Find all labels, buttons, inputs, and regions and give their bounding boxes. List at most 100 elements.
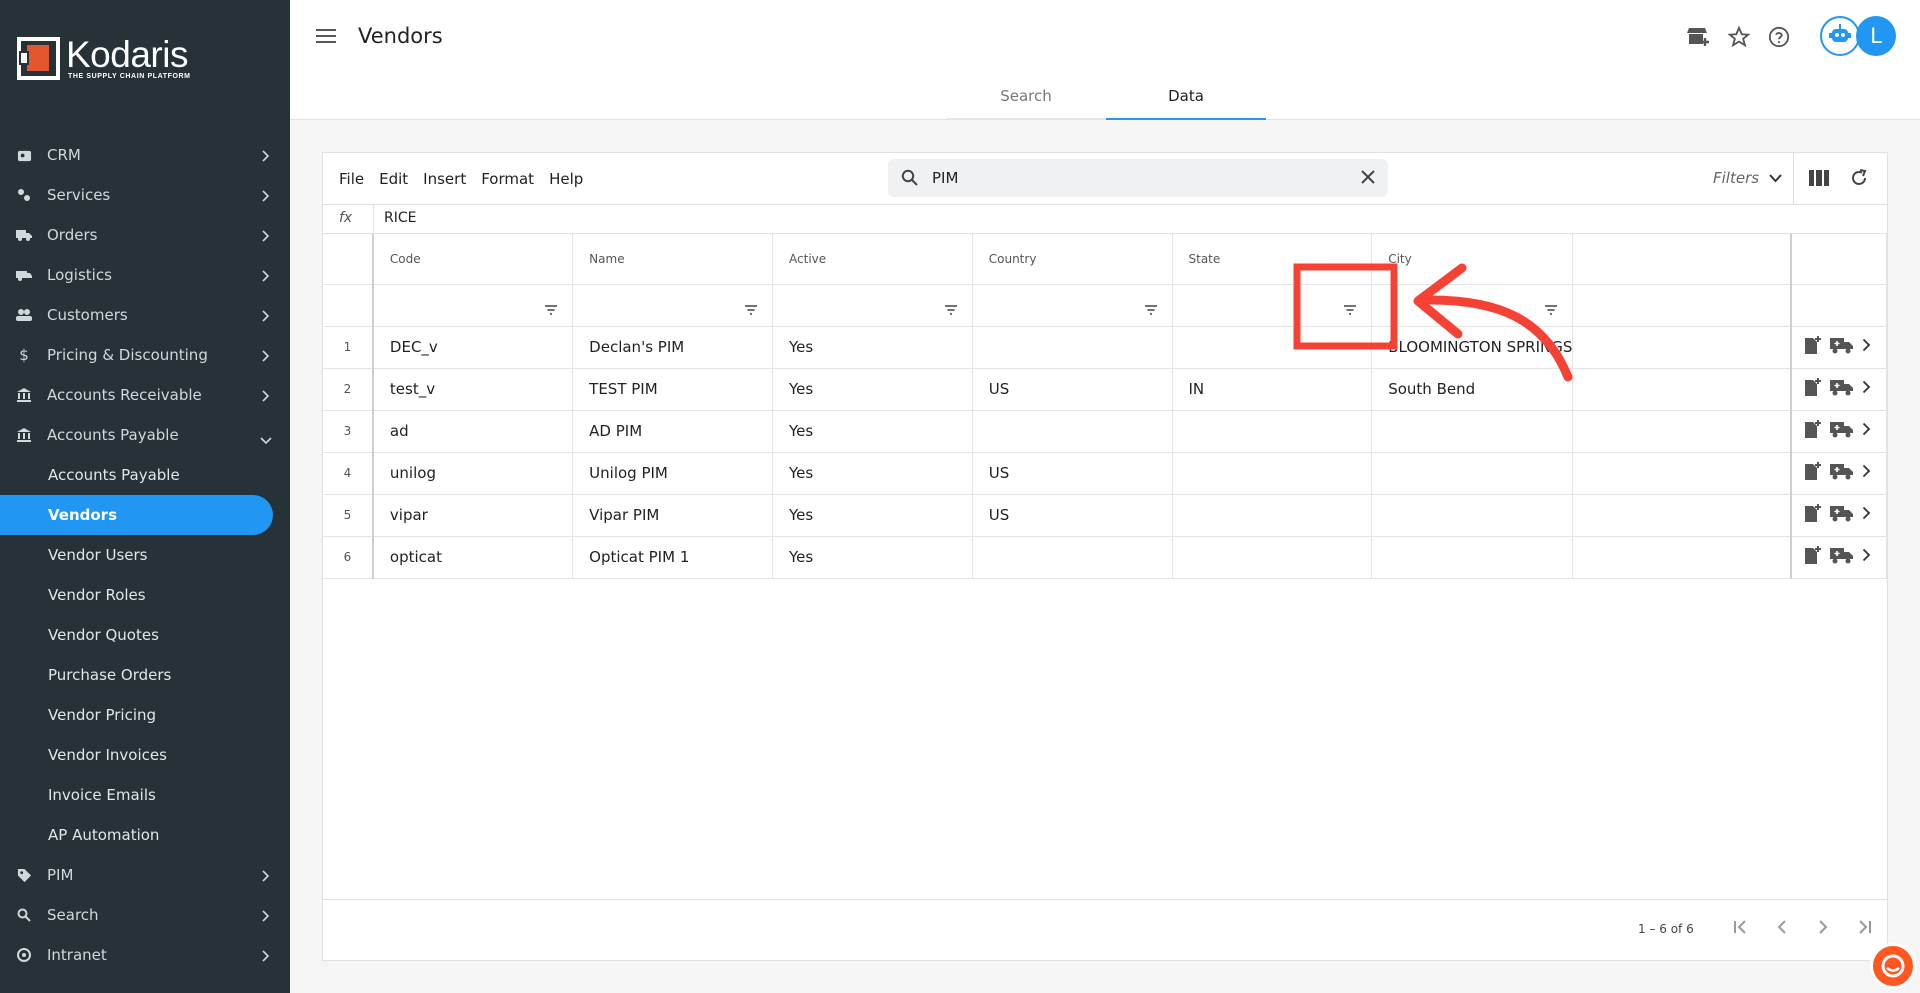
- cell-active[interactable]: Yes: [772, 452, 973, 495]
- filter-cell-state[interactable]: [1172, 284, 1373, 327]
- sidebar-item-search[interactable]: Search: [0, 895, 290, 935]
- logo[interactable]: Kodaris THE SUPPLY CHAIN PLATFORM: [17, 34, 191, 82]
- sidebar-subitem-vendor-pricing[interactable]: Vendor Pricing: [0, 695, 290, 735]
- chevron-right-icon[interactable]: [1862, 422, 1871, 440]
- tab-data[interactable]: Data: [1106, 78, 1266, 120]
- shipping-truck-icon[interactable]: [1830, 504, 1854, 526]
- cell-active[interactable]: Yes: [772, 494, 973, 537]
- sidebar-item-orders[interactable]: Orders: [0, 215, 290, 255]
- cell-state[interactable]: [1172, 326, 1373, 369]
- add-document-icon[interactable]: [1804, 377, 1822, 401]
- cell-name[interactable]: Vipar PIM: [572, 494, 774, 537]
- chevron-right-icon[interactable]: [1862, 506, 1871, 524]
- cell-code[interactable]: opticat: [372, 536, 574, 579]
- shipping-truck-icon[interactable]: [1830, 546, 1854, 568]
- cell-state[interactable]: [1172, 410, 1373, 453]
- add-document-icon[interactable]: [1804, 335, 1822, 359]
- filter-icon[interactable]: [744, 300, 758, 319]
- filter-icon[interactable]: [1144, 300, 1158, 319]
- cell-state[interactable]: IN: [1172, 368, 1373, 411]
- add-document-icon[interactable]: [1804, 419, 1822, 443]
- filter-cell-code[interactable]: [372, 284, 574, 327]
- formula-input[interactable]: RICE: [384, 210, 416, 226]
- menu-edit[interactable]: Edit: [379, 170, 408, 188]
- columns-icon[interactable]: [1809, 169, 1829, 191]
- cell-country[interactable]: US: [972, 494, 1173, 537]
- star-icon[interactable]: [1724, 22, 1754, 52]
- table-row[interactable]: 5 vipar Vipar PIM Yes US: [323, 494, 1888, 537]
- filter-icon[interactable]: [1544, 300, 1558, 319]
- close-icon[interactable]: [1360, 169, 1376, 189]
- chevron-right-icon[interactable]: [1862, 464, 1871, 482]
- cell-active[interactable]: Yes: [772, 410, 973, 453]
- sidebar-item-intranet[interactable]: Intranet: [0, 935, 290, 975]
- sidebar-subitem-invoice-emails[interactable]: Invoice Emails: [0, 775, 290, 815]
- column-header-name[interactable]: Name: [572, 234, 774, 285]
- sidebar-subitem-vendor-quotes[interactable]: Vendor Quotes: [0, 615, 290, 655]
- cell-state[interactable]: [1172, 536, 1373, 579]
- add-document-icon[interactable]: [1804, 545, 1822, 569]
- table-row[interactable]: 6 opticat Opticat PIM 1 Yes: [323, 536, 1888, 579]
- cell-code[interactable]: DEC_v: [372, 326, 574, 369]
- shipping-truck-icon[interactable]: [1830, 378, 1854, 400]
- menu-help[interactable]: Help: [549, 170, 583, 188]
- shipping-truck-icon[interactable]: [1830, 420, 1854, 442]
- chat-support-button[interactable]: [1870, 943, 1916, 989]
- filter-cell-active[interactable]: [772, 284, 973, 327]
- sidebar-item-accounts-receivable[interactable]: Accounts Receivable: [0, 375, 290, 415]
- chevron-right-icon[interactable]: [1862, 338, 1871, 356]
- table-row[interactable]: 3 ad AD PIM Yes: [323, 410, 1888, 453]
- sidebar-item-logistics[interactable]: Logistics: [0, 255, 290, 295]
- cell-active[interactable]: Yes: [772, 368, 973, 411]
- shipping-truck-icon[interactable]: [1830, 336, 1854, 358]
- sidebar-subitem-vendor-users[interactable]: Vendor Users: [0, 535, 290, 575]
- cell-state[interactable]: [1172, 452, 1373, 495]
- filter-icon[interactable]: [1343, 300, 1357, 319]
- cell-city[interactable]: [1371, 536, 1574, 579]
- shipping-truck-icon[interactable]: [1830, 462, 1854, 484]
- cell-code[interactable]: vipar: [372, 494, 574, 537]
- cell-country[interactable]: [972, 536, 1173, 579]
- sidebar-item-accounts-payable[interactable]: Accounts Payable: [0, 415, 290, 455]
- cell-state[interactable]: [1172, 494, 1373, 537]
- filters-button[interactable]: Filters: [1713, 169, 1782, 187]
- table-row[interactable]: 4 unilog Unilog PIM Yes US: [323, 452, 1888, 495]
- search-input[interactable]: PIM: [888, 159, 1388, 197]
- cell-code[interactable]: unilog: [372, 452, 574, 495]
- sidebar-subitem-purchase-orders[interactable]: Purchase Orders: [0, 655, 290, 695]
- column-header-city[interactable]: City: [1371, 234, 1574, 285]
- sidebar-item-pricing[interactable]: $ Pricing & Discounting: [0, 335, 290, 375]
- sidebar-subitem-vendors[interactable]: Vendors: [0, 495, 273, 535]
- sidebar-subitem-ap-automation[interactable]: AP Automation: [0, 815, 290, 855]
- column-header-code[interactable]: Code: [372, 234, 574, 285]
- cell-active[interactable]: Yes: [772, 326, 973, 369]
- table-row[interactable]: 2 test_v TEST PIM Yes US IN South Bend: [323, 368, 1888, 411]
- cell-name[interactable]: Opticat PIM 1: [572, 536, 774, 579]
- avatar[interactable]: L: [1856, 16, 1896, 56]
- column-header-state[interactable]: State: [1172, 234, 1373, 285]
- sidebar-item-crm[interactable]: CRM: [0, 135, 290, 175]
- filter-icon[interactable]: [944, 300, 958, 319]
- cell-country[interactable]: US: [972, 452, 1173, 495]
- add-document-icon[interactable]: [1804, 503, 1822, 527]
- sidebar-item-customers[interactable]: Customers: [0, 295, 290, 335]
- next-page-icon[interactable]: [1815, 919, 1831, 939]
- help-icon[interactable]: [1764, 22, 1794, 52]
- add-store-icon[interactable]: [1684, 22, 1714, 52]
- cell-name[interactable]: TEST PIM: [572, 368, 774, 411]
- cell-country[interactable]: [972, 410, 1173, 453]
- sidebar-item-pim[interactable]: PIM: [0, 855, 290, 895]
- sidebar-item-services[interactable]: Services: [0, 175, 290, 215]
- sidebar-subitem-vendor-roles[interactable]: Vendor Roles: [0, 575, 290, 615]
- menu-file[interactable]: File: [339, 170, 364, 188]
- column-header-active[interactable]: Active: [772, 234, 973, 285]
- last-page-icon[interactable]: [1856, 919, 1872, 939]
- tab-search[interactable]: Search: [946, 78, 1106, 120]
- cell-name[interactable]: AD PIM: [572, 410, 774, 453]
- cell-city[interactable]: [1371, 452, 1574, 495]
- cell-country[interactable]: US: [972, 368, 1173, 411]
- menu-icon[interactable]: [316, 27, 338, 45]
- previous-page-icon[interactable]: [1774, 919, 1790, 939]
- chevron-right-icon[interactable]: [1862, 380, 1871, 398]
- sidebar-subitem-vendor-invoices[interactable]: Vendor Invoices: [0, 735, 290, 775]
